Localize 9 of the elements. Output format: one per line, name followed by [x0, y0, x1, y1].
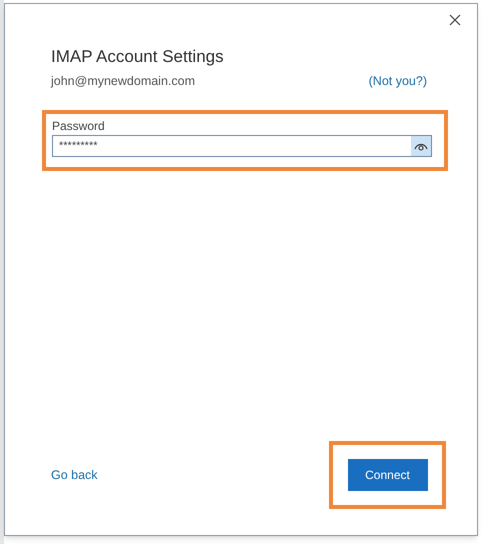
password-label: Password — [52, 118, 106, 134]
connect-button[interactable]: Connect — [348, 459, 428, 491]
close-icon[interactable] — [447, 12, 463, 28]
dialog-title: IMAP Account Settings — [51, 46, 225, 68]
password-field[interactable]: ********* — [52, 134, 432, 157]
not-you-link[interactable]: (Not you?) — [368, 72, 427, 91]
eye-icon[interactable] — [411, 136, 431, 156]
go-back-link[interactable]: Go back — [51, 466, 98, 484]
account-email: john@mynewdomain.com — [51, 73, 196, 90]
